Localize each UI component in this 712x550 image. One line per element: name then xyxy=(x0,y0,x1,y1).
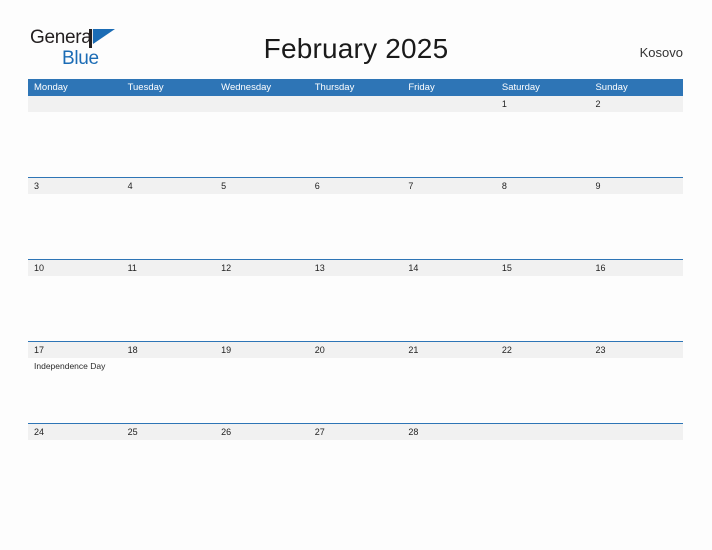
day-cell-2[interactable] xyxy=(589,112,683,177)
day-number-empty xyxy=(28,96,122,112)
day-number-1[interactable]: 1 xyxy=(496,96,590,112)
day-number-16[interactable]: 16 xyxy=(589,260,683,276)
day-number-13[interactable]: 13 xyxy=(309,260,403,276)
calendar-week-row: 3456789 xyxy=(28,177,683,259)
day-cell-19[interactable] xyxy=(215,358,309,423)
day-cell-8[interactable] xyxy=(496,194,590,259)
day-cell-empty xyxy=(28,112,122,177)
day-cell-5[interactable] xyxy=(215,194,309,259)
calendar-week-row: 24 25 26 27 28 xyxy=(28,423,683,505)
day-number-empty xyxy=(215,96,309,112)
day-cell-24[interactable] xyxy=(28,440,122,505)
week-body-band xyxy=(28,440,683,505)
day-number-18[interactable]: 18 xyxy=(122,342,216,358)
weekday-header-wednesday: Wednesday xyxy=(221,82,272,93)
day-cell-empty xyxy=(122,112,216,177)
day-number-empty xyxy=(122,96,216,112)
day-cell-4[interactable] xyxy=(122,194,216,259)
day-number-20[interactable]: 20 xyxy=(309,342,403,358)
day-cell-empty xyxy=(496,440,590,505)
day-cell-28[interactable] xyxy=(402,440,496,505)
week-body-band xyxy=(28,112,683,177)
day-cell-3[interactable] xyxy=(28,194,122,259)
day-number-7[interactable]: 7 xyxy=(402,178,496,194)
calendar-event[interactable]: Independence Day xyxy=(34,361,118,372)
day-cell-16[interactable] xyxy=(589,276,683,341)
page-header: General Blue February 2025 Kosovo xyxy=(0,0,712,68)
day-number-28[interactable]: 28 xyxy=(402,424,496,440)
day-number-22[interactable]: 22 xyxy=(496,342,590,358)
day-cell-11[interactable] xyxy=(122,276,216,341)
day-number-empty xyxy=(496,424,590,440)
calendar-week-row: 10 11 12 13 14 15 16 xyxy=(28,259,683,341)
day-cell-6[interactable] xyxy=(309,194,403,259)
day-cell-26[interactable] xyxy=(215,440,309,505)
weekday-header-thursday: Thursday xyxy=(314,82,355,93)
day-cell-22[interactable] xyxy=(496,358,590,423)
week-date-band: 17 18 19 20 21 22 23 xyxy=(28,341,683,358)
day-cell-empty xyxy=(402,112,496,177)
day-cell-7[interactable] xyxy=(402,194,496,259)
day-number-10[interactable]: 10 xyxy=(28,260,122,276)
week-body-band: Independence Day xyxy=(28,358,683,423)
weekday-header-friday: Friday xyxy=(408,82,435,93)
page-title: February 2025 xyxy=(263,33,449,64)
week-date-band: 3456789 xyxy=(28,177,683,194)
day-number-12[interactable]: 12 xyxy=(215,260,309,276)
day-cell-13[interactable] xyxy=(309,276,403,341)
day-cell-18[interactable] xyxy=(122,358,216,423)
week-date-band: 24 25 26 27 28 xyxy=(28,423,683,440)
day-cell-14[interactable] xyxy=(402,276,496,341)
day-number-19[interactable]: 19 xyxy=(215,342,309,358)
day-cell-20[interactable] xyxy=(309,358,403,423)
day-cell-empty xyxy=(215,112,309,177)
day-cell-empty xyxy=(309,112,403,177)
day-number-15[interactable]: 15 xyxy=(496,260,590,276)
weekday-header-row: Monday Tuesday Wednesday Thursday Friday Satu… xyxy=(28,79,683,96)
day-number-empty xyxy=(589,424,683,440)
day-number-empty xyxy=(309,96,403,112)
day-number-21[interactable]: 21 xyxy=(402,342,496,358)
day-number-14[interactable]: 14 xyxy=(402,260,496,276)
weekday-header-tuesday: Tuesday xyxy=(127,82,164,93)
day-number-empty xyxy=(402,96,496,112)
day-cell-21[interactable] xyxy=(402,358,496,423)
day-number-8[interactable]: 8 xyxy=(496,178,590,194)
day-number-2[interactable]: 2 xyxy=(589,96,683,112)
day-cell-23[interactable] xyxy=(589,358,683,423)
day-number-3[interactable]: 3 xyxy=(28,178,122,194)
day-number-9[interactable]: 9 xyxy=(589,178,683,194)
calendar-weeks: 1 2 3 4 5 6 7 8 9 10 11 12 13 14 15 16 17 18 19 20 21 22 23 Ind… xyxy=(28,96,683,505)
calendar-week-row: 17 18 19 20 21 22 23 Independence Day xyxy=(28,341,683,423)
day-cell-27[interactable] xyxy=(309,440,403,505)
week-body-band xyxy=(28,276,683,341)
day-cell-empty xyxy=(589,440,683,505)
day-number-17[interactable]: 17 xyxy=(28,342,122,358)
day-cell-10[interactable] xyxy=(28,276,122,341)
calendar-week-row: 12 xyxy=(28,96,683,177)
day-number-4[interactable]: 4 xyxy=(122,178,216,194)
country-label: Kosovo xyxy=(639,45,683,60)
day-number-23[interactable]: 23 xyxy=(589,342,683,358)
weekday-header-sunday: Sunday xyxy=(595,82,628,93)
weekday-header-saturday: Saturday xyxy=(501,82,540,93)
day-cell-9[interactable] xyxy=(589,194,683,259)
day-number-11[interactable]: 11 xyxy=(122,260,216,276)
day-number-27[interactable]: 27 xyxy=(309,424,403,440)
day-cell-1[interactable] xyxy=(496,112,590,177)
day-cell-25[interactable] xyxy=(122,440,216,505)
day-cell-12[interactable] xyxy=(215,276,309,341)
day-number-24[interactable]: 24 xyxy=(28,424,122,440)
week-date-band: 10 11 12 13 14 15 16 xyxy=(28,259,683,276)
day-number-25[interactable]: 25 xyxy=(122,424,216,440)
week-body-band xyxy=(28,194,683,259)
day-number-26[interactable]: 26 xyxy=(215,424,309,440)
day-number-5[interactable]: 5 xyxy=(215,178,309,194)
calendar-grid: Monday Tuesday Wednesday Thursday Friday Satu… xyxy=(28,79,683,505)
day-cell-17[interactable]: Independence Day xyxy=(28,358,122,423)
day-cell-15[interactable] xyxy=(496,276,590,341)
day-number-6[interactable]: 6 xyxy=(309,178,403,194)
weekday-header-monday: Monday xyxy=(34,82,68,93)
week-date-band: 12 xyxy=(28,96,683,112)
